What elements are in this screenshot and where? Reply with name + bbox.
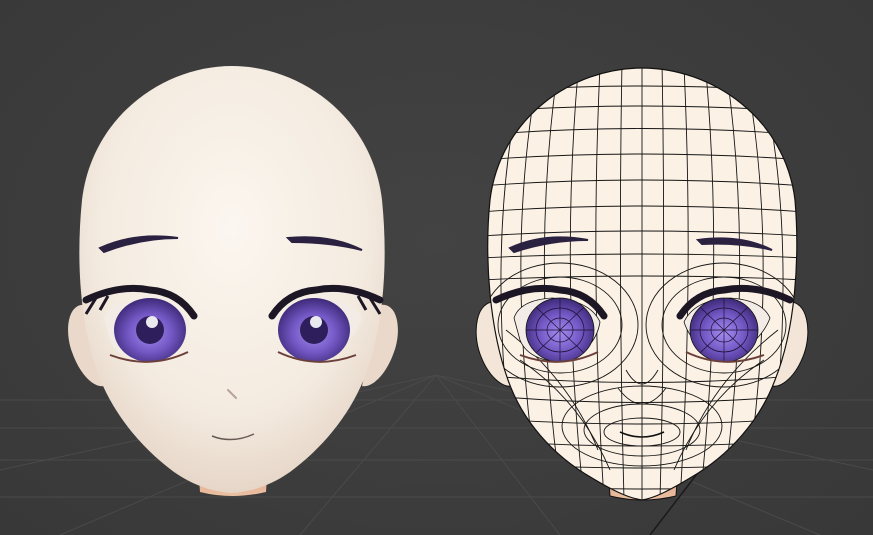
face xyxy=(79,66,385,493)
wireframe-head-model[interactable] xyxy=(475,60,809,501)
shaded-head-model[interactable] xyxy=(68,66,398,496)
3d-viewport[interactable] xyxy=(0,0,873,535)
